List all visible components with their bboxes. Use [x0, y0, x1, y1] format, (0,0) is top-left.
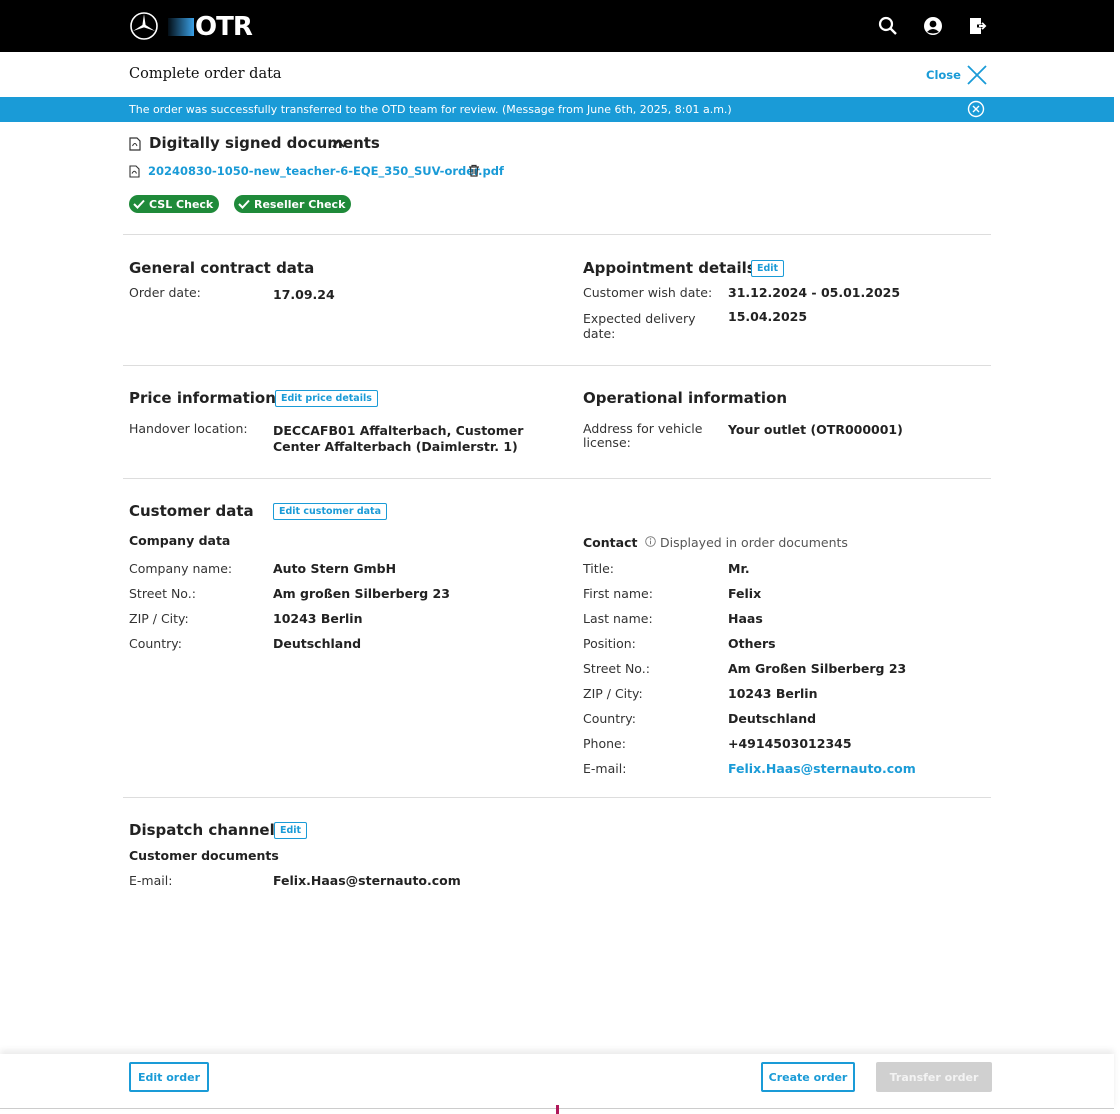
customer-data-title: Customer data — [129, 502, 254, 520]
pdf-document-icon — [129, 137, 141, 151]
company-street-label: Street No.: — [129, 586, 196, 601]
delivery-date-label-line1: Expected delivery — [583, 311, 696, 326]
logout-icon[interactable] — [966, 15, 988, 37]
wish-date-label: Customer wish date: — [583, 285, 713, 300]
pdf-file-icon — [129, 165, 140, 178]
general-contract-title: General contract data — [129, 259, 315, 277]
edit-order-button[interactable]: Edit order — [129, 1062, 209, 1092]
company-data-subtitle: Company data — [129, 533, 231, 548]
app-brand: OTR — [168, 12, 253, 42]
position-label: Position: — [583, 636, 636, 651]
company-zip-city-label: ZIP / City: — [129, 611, 189, 626]
edit-customer-data-button[interactable]: Edit customer data — [273, 503, 388, 520]
edit-dispatch-button[interactable]: Edit — [274, 822, 308, 839]
csl-check-badge: CSL Check — [129, 195, 220, 213]
contact-title-label: Title: — [583, 561, 614, 576]
section-divider — [123, 797, 991, 798]
dispatch-email-value: Felix.Haas@sternauto.com — [273, 873, 461, 888]
contact-note: Displayed in order documents — [660, 535, 848, 550]
customer-documents-subtitle: Customer documents — [129, 848, 279, 863]
company-zip-city-value: 10243 Berlin — [273, 611, 363, 626]
first-name-value: Felix — [728, 586, 762, 601]
address-vehicle-label-line2: license: — [583, 435, 631, 450]
first-name-label: First name: — [583, 586, 653, 601]
contact-zip-city-label: ZIP / City: — [583, 686, 643, 701]
delivery-date-label-line2: date: — [583, 326, 616, 341]
top-navigation-bar: OTR — [0, 0, 1114, 52]
edit-price-details-button[interactable]: Edit price details — [275, 390, 378, 407]
contact-zip-city-value: 10243 Berlin — [728, 686, 818, 701]
contact-country-value: Deutschland — [728, 711, 817, 726]
section-divider — [123, 234, 991, 235]
checkmark-icon — [133, 199, 145, 209]
reseller-check-badge: Reseller Check — [234, 195, 352, 213]
handover-location-line2: Center Affalterbach (Daimlerstr. 1) — [273, 439, 518, 454]
wish-date-value: 31.12.2024 - 05.01.2025 — [728, 285, 901, 300]
handover-location-label: Handover location: — [129, 421, 248, 436]
success-notification-banner: The order was successfully transferred t… — [0, 97, 1114, 122]
address-vehicle-value: Your outlet (OTR000001) — [728, 422, 903, 437]
address-vehicle-label-line1: Address for vehicle — [583, 421, 703, 436]
page-header: Complete order data Close — [0, 52, 1114, 98]
search-icon[interactable] — [877, 15, 899, 37]
banner-message: The order was successfully transferred t… — [129, 103, 732, 116]
brand-name: OTR — [195, 12, 253, 42]
section-divider — [123, 365, 991, 366]
page-title: Complete order data — [129, 66, 282, 82]
contact-title-value: Mr. — [728, 561, 750, 576]
contact-street-value: Am Großen Silberberg 23 — [728, 661, 907, 676]
last-name-label: Last name: — [583, 611, 653, 626]
dismiss-banner-icon[interactable] — [966, 99, 986, 119]
close-button-label[interactable]: Close — [926, 68, 961, 82]
dispatch-email-label: E-mail: — [129, 873, 173, 888]
company-country-value: Deutschland — [273, 636, 362, 651]
brand-gradient-mark — [168, 18, 194, 36]
order-date-value: 17.09.24 — [273, 287, 335, 302]
company-name-label: Company name: — [129, 561, 233, 576]
position-value: Others — [728, 636, 776, 651]
csl-check-label: CSL Check — [149, 197, 214, 211]
scroll-indicator-mark — [556, 1105, 559, 1114]
close-icon[interactable] — [966, 64, 988, 86]
operational-information-title: Operational information — [583, 389, 788, 407]
company-name-value: Auto Stern GmbH — [273, 561, 397, 576]
documents-section-title: Digitally signed documents — [149, 134, 380, 152]
edit-appointment-button[interactable]: Edit — [751, 260, 785, 277]
checkmark-icon — [238, 199, 250, 209]
order-date-label: Order date: — [129, 285, 201, 300]
contact-country-label: Country: — [583, 711, 636, 726]
appointment-details-title: Appointment details — [583, 259, 756, 277]
reseller-check-label: Reseller Check — [254, 197, 346, 211]
create-order-button[interactable]: Create order — [761, 1062, 855, 1092]
info-icon — [645, 536, 656, 547]
contact-street-label: Street No.: — [583, 661, 650, 676]
delivery-date-value: 15.04.2025 — [728, 309, 808, 324]
email-label: E-mail: — [583, 761, 627, 776]
dispatch-channel-title: Dispatch channel — [129, 821, 275, 839]
trash-icon[interactable] — [468, 164, 480, 177]
phone-value: +4914503012345 — [728, 736, 852, 751]
company-country-label: Country: — [129, 636, 182, 651]
company-street-value: Am großen Silberberg 23 — [273, 586, 450, 601]
action-footer: Edit order Create order Transfer order — [0, 1054, 1114, 1110]
transfer-order-button: Transfer order — [876, 1062, 992, 1092]
contact-subtitle: Contact — [583, 535, 638, 550]
phone-label: Phone: — [583, 736, 626, 751]
section-divider — [123, 478, 991, 479]
user-account-icon[interactable] — [922, 15, 944, 37]
price-information-title: Price information — [129, 389, 276, 407]
last-name-value: Haas — [728, 611, 763, 626]
signed-document-link[interactable]: 20240830-1050-new_teacher-6-EQE_350_SUV-… — [148, 164, 504, 178]
handover-location-line1: DECCAFB01 Affalterbach, Customer — [273, 423, 524, 438]
chevron-up-icon[interactable] — [332, 139, 345, 148]
mercedes-star-logo — [130, 12, 158, 40]
email-link[interactable]: Felix.Haas@sternauto.com — [728, 761, 916, 776]
